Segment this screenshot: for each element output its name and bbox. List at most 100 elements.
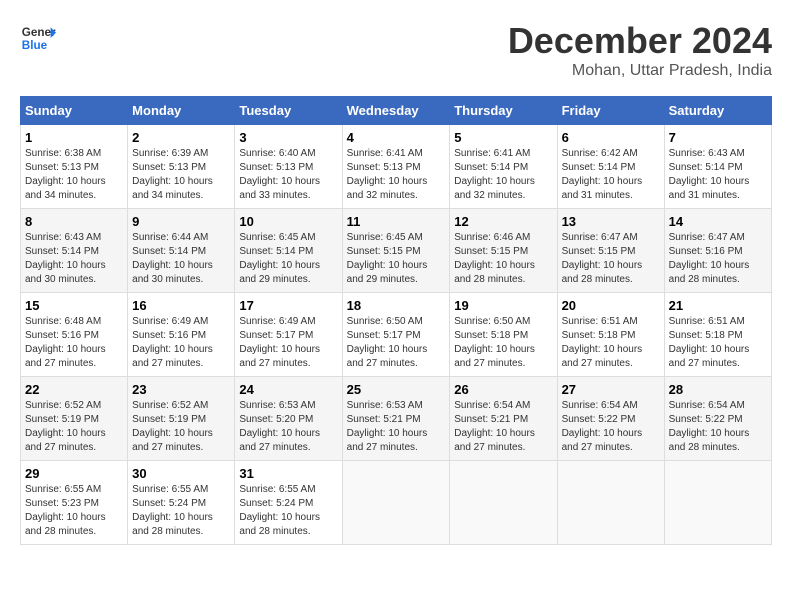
logo-icon: General Blue [20, 20, 56, 56]
daylight-text: Daylight: 10 hours and 27 minutes. [454, 428, 535, 453]
calendar-cell: 25 Sunrise: 6:53 AM Sunset: 5:21 PM Dayl… [342, 377, 450, 461]
sunrise-text: Sunrise: 6:42 AM [562, 148, 638, 159]
calendar-table: Sunday Monday Tuesday Wednesday Thursday… [20, 96, 772, 545]
calendar-cell: 8 Sunrise: 6:43 AM Sunset: 5:14 PM Dayli… [21, 209, 128, 293]
day-number: 11 [347, 214, 446, 229]
calendar-cell: 10 Sunrise: 6:45 AM Sunset: 5:14 PM Dayl… [235, 209, 342, 293]
day-number: 10 [239, 214, 337, 229]
sunrise-text: Sunrise: 6:47 AM [562, 232, 638, 243]
header-row: Sunday Monday Tuesday Wednesday Thursday… [21, 97, 772, 125]
sunrise-text: Sunrise: 6:55 AM [132, 484, 208, 495]
sunrise-text: Sunrise: 6:49 AM [132, 316, 208, 327]
day-number: 16 [132, 298, 230, 313]
sunset-text: Sunset: 5:24 PM [132, 498, 206, 509]
day-number: 24 [239, 382, 337, 397]
daylight-text: Daylight: 10 hours and 27 minutes. [347, 428, 428, 453]
header-sunday: Sunday [21, 97, 128, 125]
sunset-text: Sunset: 5:21 PM [454, 414, 528, 425]
day-number: 15 [25, 298, 123, 313]
daylight-text: Daylight: 10 hours and 34 minutes. [132, 176, 213, 201]
sunrise-text: Sunrise: 6:50 AM [454, 316, 530, 327]
sunset-text: Sunset: 5:17 PM [239, 330, 313, 341]
sunset-text: Sunset: 5:21 PM [347, 414, 421, 425]
sunset-text: Sunset: 5:14 PM [25, 246, 99, 257]
month-title: December 2024 [508, 20, 772, 62]
sunrise-text: Sunrise: 6:49 AM [239, 316, 315, 327]
daylight-text: Daylight: 10 hours and 30 minutes. [25, 260, 106, 285]
calendar-week-3: 15 Sunrise: 6:48 AM Sunset: 5:16 PM Dayl… [21, 293, 772, 377]
sunset-text: Sunset: 5:15 PM [562, 246, 636, 257]
sunrise-text: Sunrise: 6:43 AM [669, 148, 745, 159]
calendar-cell: 23 Sunrise: 6:52 AM Sunset: 5:19 PM Dayl… [128, 377, 235, 461]
daylight-text: Daylight: 10 hours and 29 minutes. [239, 260, 320, 285]
day-number: 22 [25, 382, 123, 397]
day-number: 3 [239, 130, 337, 145]
day-number: 12 [454, 214, 552, 229]
daylight-text: Daylight: 10 hours and 28 minutes. [132, 512, 213, 537]
sunrise-text: Sunrise: 6:39 AM [132, 148, 208, 159]
day-number: 7 [669, 130, 767, 145]
daylight-text: Daylight: 10 hours and 34 minutes. [25, 176, 106, 201]
sunset-text: Sunset: 5:13 PM [25, 162, 99, 173]
daylight-text: Daylight: 10 hours and 27 minutes. [347, 344, 428, 369]
day-number: 19 [454, 298, 552, 313]
calendar-cell: 2 Sunrise: 6:39 AM Sunset: 5:13 PM Dayli… [128, 125, 235, 209]
sunrise-text: Sunrise: 6:50 AM [347, 316, 423, 327]
daylight-text: Daylight: 10 hours and 33 minutes. [239, 176, 320, 201]
sunset-text: Sunset: 5:13 PM [347, 162, 421, 173]
day-number: 4 [347, 130, 446, 145]
daylight-text: Daylight: 10 hours and 27 minutes. [25, 428, 106, 453]
sunrise-text: Sunrise: 6:45 AM [239, 232, 315, 243]
day-number: 2 [132, 130, 230, 145]
sunset-text: Sunset: 5:18 PM [454, 330, 528, 341]
sunrise-text: Sunrise: 6:53 AM [347, 400, 423, 411]
sunset-text: Sunset: 5:17 PM [347, 330, 421, 341]
day-number: 20 [562, 298, 660, 313]
calendar-cell [557, 461, 664, 545]
calendar-cell: 11 Sunrise: 6:45 AM Sunset: 5:15 PM Dayl… [342, 209, 450, 293]
sunrise-text: Sunrise: 6:52 AM [132, 400, 208, 411]
sunset-text: Sunset: 5:22 PM [562, 414, 636, 425]
header-tuesday: Tuesday [235, 97, 342, 125]
sunrise-text: Sunrise: 6:52 AM [25, 400, 101, 411]
calendar-cell [664, 461, 771, 545]
day-number: 1 [25, 130, 123, 145]
sunrise-text: Sunrise: 6:45 AM [347, 232, 423, 243]
calendar-cell: 14 Sunrise: 6:47 AM Sunset: 5:16 PM Dayl… [664, 209, 771, 293]
calendar-cell: 24 Sunrise: 6:53 AM Sunset: 5:20 PM Dayl… [235, 377, 342, 461]
day-number: 17 [239, 298, 337, 313]
sunset-text: Sunset: 5:19 PM [25, 414, 99, 425]
sunrise-text: Sunrise: 6:47 AM [669, 232, 745, 243]
sunrise-text: Sunrise: 6:53 AM [239, 400, 315, 411]
calendar-cell: 28 Sunrise: 6:54 AM Sunset: 5:22 PM Dayl… [664, 377, 771, 461]
daylight-text: Daylight: 10 hours and 27 minutes. [454, 344, 535, 369]
calendar-cell: 30 Sunrise: 6:55 AM Sunset: 5:24 PM Dayl… [128, 461, 235, 545]
calendar-cell: 29 Sunrise: 6:55 AM Sunset: 5:23 PM Dayl… [21, 461, 128, 545]
sunrise-text: Sunrise: 6:41 AM [454, 148, 530, 159]
sunset-text: Sunset: 5:14 PM [239, 246, 313, 257]
daylight-text: Daylight: 10 hours and 27 minutes. [669, 344, 750, 369]
day-number: 14 [669, 214, 767, 229]
daylight-text: Daylight: 10 hours and 28 minutes. [25, 512, 106, 537]
calendar-cell: 20 Sunrise: 6:51 AM Sunset: 5:18 PM Dayl… [557, 293, 664, 377]
sunrise-text: Sunrise: 6:43 AM [25, 232, 101, 243]
daylight-text: Daylight: 10 hours and 32 minutes. [454, 176, 535, 201]
sunrise-text: Sunrise: 6:44 AM [132, 232, 208, 243]
calendar-cell: 16 Sunrise: 6:49 AM Sunset: 5:16 PM Dayl… [128, 293, 235, 377]
sunset-text: Sunset: 5:16 PM [669, 246, 743, 257]
calendar-week-1: 1 Sunrise: 6:38 AM Sunset: 5:13 PM Dayli… [21, 125, 772, 209]
daylight-text: Daylight: 10 hours and 32 minutes. [347, 176, 428, 201]
daylight-text: Daylight: 10 hours and 27 minutes. [562, 344, 643, 369]
sunset-text: Sunset: 5:23 PM [25, 498, 99, 509]
daylight-text: Daylight: 10 hours and 27 minutes. [132, 344, 213, 369]
day-number: 26 [454, 382, 552, 397]
calendar-cell: 5 Sunrise: 6:41 AM Sunset: 5:14 PM Dayli… [450, 125, 557, 209]
header-monday: Monday [128, 97, 235, 125]
sunset-text: Sunset: 5:14 PM [669, 162, 743, 173]
sunset-text: Sunset: 5:18 PM [669, 330, 743, 341]
calendar-cell: 1 Sunrise: 6:38 AM Sunset: 5:13 PM Dayli… [21, 125, 128, 209]
sunset-text: Sunset: 5:16 PM [25, 330, 99, 341]
day-number: 6 [562, 130, 660, 145]
calendar-cell: 17 Sunrise: 6:49 AM Sunset: 5:17 PM Dayl… [235, 293, 342, 377]
daylight-text: Daylight: 10 hours and 27 minutes. [239, 428, 320, 453]
